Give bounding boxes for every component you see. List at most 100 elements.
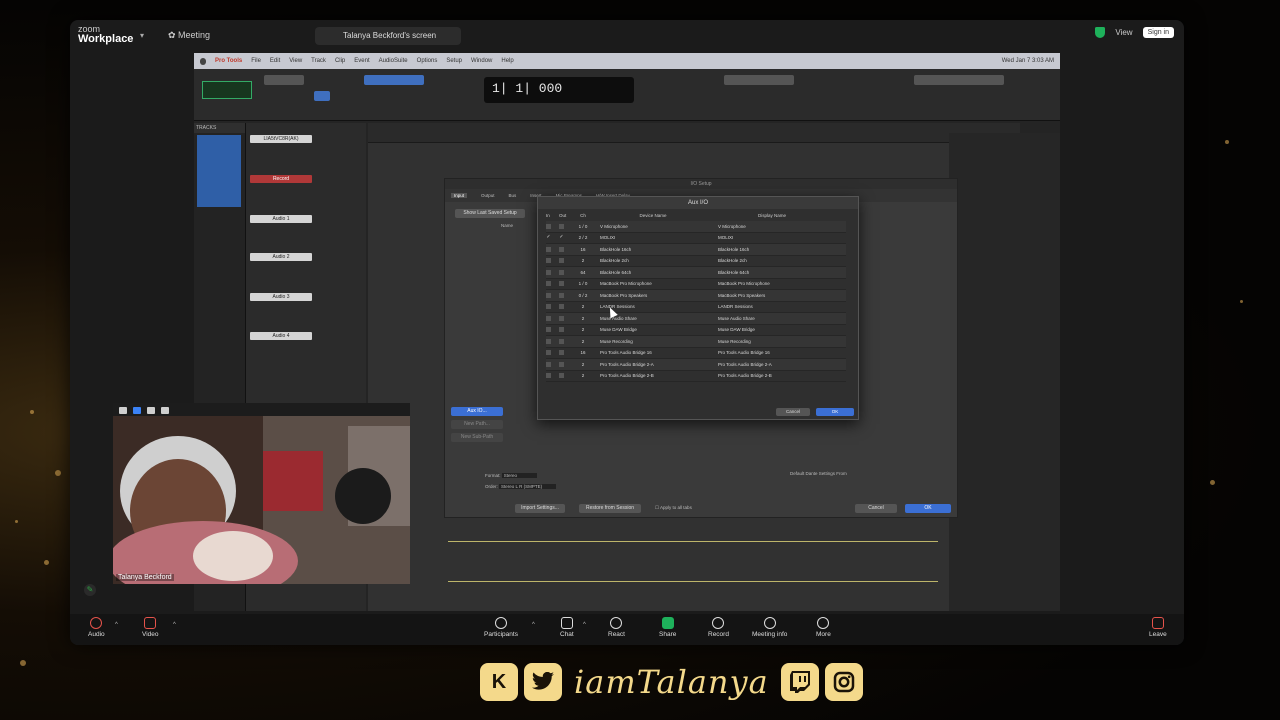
more-button[interactable]: More	[816, 617, 831, 638]
list-item[interactable]: 2 Pro Tools Audio Bridge 2-B Pro Tools Aud…	[546, 371, 846, 382]
input-checkbox[interactable]	[546, 223, 551, 229]
menu-event[interactable]: Event	[354, 58, 369, 64]
list-item[interactable]: 16 BlackHole 16ch BlackHole 16ch	[546, 244, 846, 256]
output-checkbox[interactable]	[559, 281, 564, 287]
list-item[interactable]: 0 / 2 MacBook Pro Speakers MacBook Pro Spe…	[546, 290, 846, 302]
share-button[interactable]: Share	[659, 617, 676, 638]
menu-app[interactable]: Pro Tools	[215, 58, 242, 64]
io-ok-button[interactable]: OK	[905, 504, 951, 513]
menu-view[interactable]: View	[289, 58, 302, 64]
audio-button[interactable]: Audio	[88, 617, 105, 638]
aux-ok-button[interactable]: OK	[816, 408, 854, 416]
leave-button[interactable]: Leave	[1149, 617, 1167, 638]
display-name[interactable]: MOLIXI	[712, 235, 832, 240]
video-button[interactable]: Video	[142, 617, 159, 638]
menu-window[interactable]: Window	[471, 58, 492, 64]
speaker-view-icon[interactable]	[133, 406, 141, 414]
video-caret[interactable]: ^	[173, 622, 176, 628]
output-checkbox[interactable]	[559, 338, 564, 344]
security-shield-icon[interactable]	[1095, 27, 1106, 38]
list-item[interactable]: ✓ ✓ 2 / 2 MOLIXI MOLIXI	[546, 233, 846, 244]
input-checkbox[interactable]	[546, 373, 551, 379]
display-name[interactable]: Muse Audio Share	[712, 316, 832, 321]
menu-edit[interactable]: Edit	[270, 58, 280, 64]
list-item[interactable]: 2 BlackHole 2ch BlackHole 2ch	[546, 256, 846, 267]
output-checkbox[interactable]	[559, 292, 564, 298]
output-checkbox[interactable]	[559, 246, 564, 252]
io-cancel-button[interactable]: Cancel	[855, 504, 897, 513]
participants-caret[interactable]: ^	[532, 622, 535, 628]
list-item[interactable]: 64 BlackHole 64ch BlackHole 64ch	[546, 267, 846, 279]
output-checkbox[interactable]: ✓	[559, 235, 564, 240]
output-checkbox[interactable]	[559, 258, 564, 264]
input-checkbox[interactable]	[546, 292, 551, 298]
timeline-ruler[interactable]	[368, 123, 1020, 143]
menu-audiosuite[interactable]: AudioSuite	[379, 58, 408, 64]
display-name[interactable]: BlackHole 16ch	[712, 247, 832, 252]
transport-buttons[interactable]	[724, 75, 794, 85]
view-button[interactable]: View	[1115, 28, 1132, 37]
new-sub-path-button[interactable]: New Sub-Path	[451, 433, 503, 442]
output-checkbox[interactable]	[559, 350, 564, 356]
react-button[interactable]: React	[608, 617, 625, 638]
track-name[interactable]: LIA5tVC8R(AK)	[250, 135, 312, 143]
zoom-mode-box[interactable]	[202, 81, 252, 99]
import-settings-button[interactable]: Import Settings...	[515, 504, 565, 513]
participant-video[interactable]: Talanya Beckford	[113, 416, 410, 584]
track-name[interactable]: Audio 3	[250, 293, 312, 301]
input-checkbox[interactable]	[546, 361, 551, 367]
tab-output[interactable]: Output	[481, 193, 495, 198]
output-checkbox[interactable]	[559, 223, 564, 229]
meeting-menu[interactable]: ✿ Meeting	[168, 30, 210, 41]
display-name[interactable]: MacBook Pro Speakers	[712, 293, 832, 298]
display-name[interactable]: Muse Recording	[712, 339, 832, 344]
aux-cancel-button[interactable]: Cancel	[776, 408, 810, 416]
track-name[interactable]: Audio 1	[250, 215, 312, 223]
track-name[interactable]: Record	[250, 175, 312, 183]
instagram-icon[interactable]	[824, 663, 863, 701]
apple-icon[interactable]	[200, 57, 206, 65]
display-name[interactable]: V Microphone	[712, 224, 832, 229]
output-checkbox[interactable]	[559, 373, 564, 379]
restore-session-button[interactable]: Restore from Session	[579, 504, 641, 513]
display-name[interactable]: BlackHole 64ch	[712, 270, 832, 275]
tab-input[interactable]: Input	[451, 193, 468, 198]
list-item[interactable]: 2 LANDR Sessions LANDR Sessions	[546, 302, 846, 313]
aux-io-button[interactable]: Aux IO...	[451, 407, 503, 416]
list-item[interactable]: 2 Muse DAW Bridge Muse DAW Bridge	[546, 325, 846, 336]
list-item[interactable]: 1 / 0 V Microphone V Microphone	[546, 221, 846, 233]
selected-tracks[interactable]	[197, 135, 241, 207]
audio-caret[interactable]: ^	[115, 622, 118, 628]
list-item[interactable]: 2 Muse Audio Share Muse Audio Share	[546, 313, 846, 325]
tempo-display[interactable]	[914, 75, 1004, 85]
record-button[interactable]: Record	[708, 617, 729, 638]
participants-button[interactable]: Participants	[484, 617, 518, 638]
chevron-down-icon[interactable]: ▾	[140, 31, 144, 40]
output-checkbox[interactable]	[559, 361, 564, 367]
output-checkbox[interactable]	[559, 327, 564, 333]
input-checkbox[interactable]	[546, 315, 551, 321]
edit-mode-buttons[interactable]	[264, 75, 304, 85]
kick-icon[interactable]: K	[480, 663, 518, 701]
list-item[interactable]: 2 Pro Tools Audio Bridge 2-A Pro Tools Aud…	[546, 359, 846, 371]
chat-caret[interactable]: ^	[583, 622, 586, 628]
grid-icon[interactable]	[161, 406, 169, 414]
input-checkbox[interactable]	[546, 338, 551, 344]
menu-setup[interactable]: Setup	[446, 58, 462, 64]
track-lane[interactable]	[448, 541, 938, 542]
menu-options[interactable]: Options	[417, 58, 438, 64]
grid-button[interactable]	[314, 91, 330, 101]
input-checkbox[interactable]	[546, 246, 551, 252]
track-lane[interactable]	[448, 581, 938, 582]
input-checkbox[interactable]	[546, 281, 551, 287]
main-counter[interactable]: 1| 1| 000	[484, 77, 634, 103]
annotate-icon[interactable]: ✎	[84, 584, 96, 596]
signin-button[interactable]: Sign in	[1142, 27, 1174, 38]
output-checkbox[interactable]	[559, 304, 564, 310]
output-checkbox[interactable]	[559, 269, 564, 275]
show-last-saved-button[interactable]: Show Last Saved Setup	[455, 209, 525, 218]
input-checkbox[interactable]	[546, 327, 551, 333]
gallery-icon[interactable]	[147, 406, 155, 414]
track-name[interactable]: Audio 4	[250, 332, 312, 340]
twitter-icon[interactable]	[524, 663, 562, 701]
